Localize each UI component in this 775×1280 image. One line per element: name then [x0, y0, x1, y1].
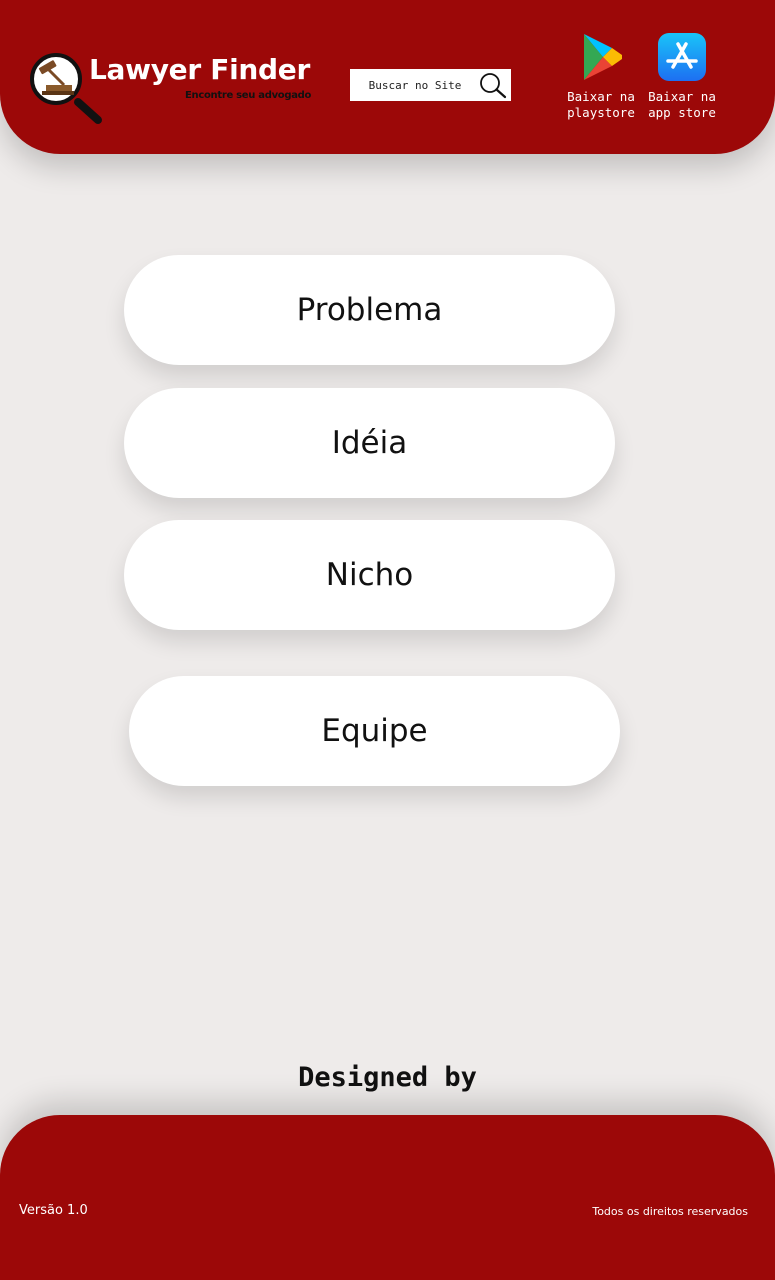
- designed-by-text: Designed by: [298, 1062, 477, 1093]
- footer-bar: [0, 1115, 775, 1280]
- appstore-download-link[interactable]: Baixar na app store: [642, 32, 722, 121]
- nicho-button[interactable]: Nicho: [124, 520, 615, 630]
- playstore-download-link[interactable]: Baixar na playstore: [561, 32, 641, 121]
- ideia-button[interactable]: Idéia: [124, 388, 615, 498]
- version-label: Versão 1.0: [19, 1203, 88, 1218]
- problema-button[interactable]: Problema: [124, 255, 615, 365]
- brand-title: Lawyer Finder: [89, 53, 311, 86]
- rights-reserved-text: Todos os direitos reservados: [592, 1205, 748, 1218]
- google-play-icon: [584, 34, 622, 80]
- playstore-label: Baixar na playstore: [567, 89, 635, 120]
- brand-tagline: Encontre seu advogado: [185, 90, 312, 101]
- search-icon[interactable]: [478, 72, 508, 100]
- equipe-button[interactable]: Equipe: [129, 676, 620, 786]
- app-store-icon: [658, 33, 706, 81]
- appstore-label: Baixar na app store: [648, 89, 716, 120]
- search-input[interactable]: [356, 75, 474, 95]
